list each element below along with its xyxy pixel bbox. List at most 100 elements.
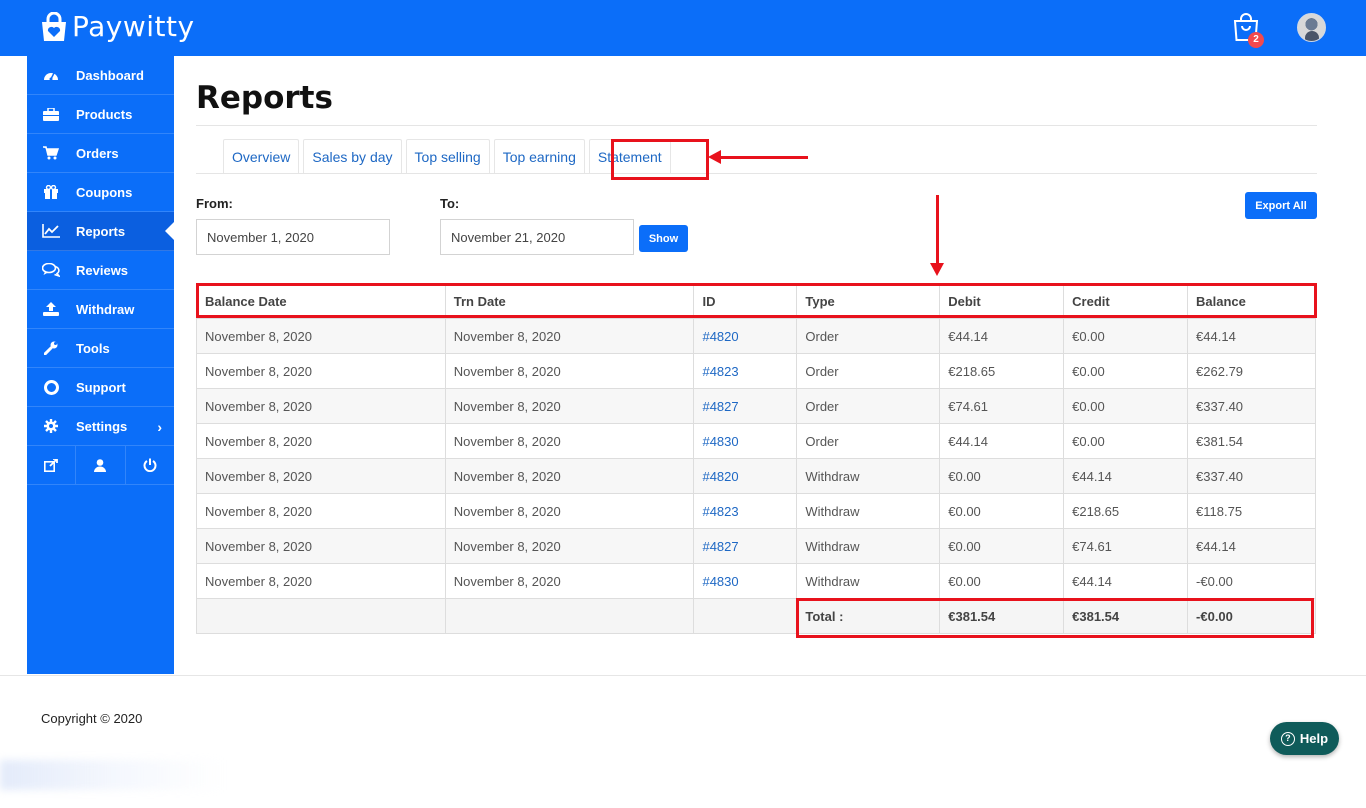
tab-top-selling[interactable]: Top selling [405, 139, 490, 174]
upload-icon [42, 302, 60, 316]
to-label: To: [440, 196, 460, 211]
order-id-link[interactable]: #4827 [693, 388, 798, 424]
cart-count-badge: 2 [1248, 32, 1264, 48]
from-label: From: [196, 196, 233, 211]
sidebar-item-dashboard[interactable]: Dashboard [27, 56, 174, 95]
sidebar-item-settings[interactable]: Settings › [27, 407, 174, 446]
sidebar-item-label: Coupons [76, 184, 133, 200]
trn-date-cell: November 8, 2020 [444, 563, 695, 599]
to-date-input[interactable]: November 21, 2020 [440, 219, 634, 255]
user-avatar[interactable] [1297, 13, 1326, 42]
type-cell: Withdraw [796, 563, 941, 599]
type-cell: Withdraw [796, 458, 941, 494]
debit-cell: €0.00 [939, 528, 1065, 564]
debit-cell: €0.00 [939, 493, 1065, 529]
arrow-down-annotation [930, 195, 944, 276]
credit-cell: €218.65 [1063, 493, 1189, 529]
order-id-link[interactable]: #4827 [693, 528, 798, 564]
brand-name: Paywitty [72, 10, 195, 43]
balance-cell: €118.75 [1187, 493, 1316, 529]
type-cell: Order [796, 318, 941, 354]
show-button[interactable]: Show [639, 225, 688, 252]
credit-cell: €44.14 [1063, 458, 1189, 494]
page-title: Reports [196, 80, 333, 116]
divider [196, 125, 1317, 126]
sidebar-item-label: Tools [76, 340, 110, 356]
credit-cell: €0.00 [1063, 353, 1189, 389]
power-icon[interactable] [126, 446, 174, 484]
cart-button[interactable]: 2 [1232, 12, 1264, 48]
chevron-right-icon: › [157, 419, 162, 435]
sidebar-item-orders[interactable]: Orders [27, 134, 174, 173]
table-row: November 8, 2020 November 8, 2020 #4827 … [196, 528, 1316, 564]
sidebar-item-products[interactable]: Products [27, 95, 174, 134]
brand-logo[interactable]: Paywitty [40, 10, 195, 43]
type-cell: Order [796, 388, 941, 424]
sidebar-item-reviews[interactable]: Reviews [27, 251, 174, 290]
tab-sales-by-day[interactable]: Sales by day [303, 139, 402, 174]
sidebar-item-coupons[interactable]: Coupons [27, 173, 174, 212]
balance-cell: €262.79 [1187, 353, 1316, 389]
balance-cell: €337.40 [1187, 388, 1316, 424]
trn-date-cell: November 8, 2020 [444, 388, 695, 424]
sidebar-item-tools[interactable]: Tools [27, 329, 174, 368]
order-id-link[interactable]: #4823 [693, 353, 798, 389]
tab-top-earning[interactable]: Top earning [493, 139, 585, 174]
trn-date-cell: November 8, 2020 [444, 528, 695, 564]
gear-icon [42, 419, 60, 433]
order-id-link[interactable]: #4830 [693, 563, 798, 599]
comments-icon [42, 263, 60, 277]
table-row: November 8, 2020 November 8, 2020 #4830 … [196, 563, 1316, 599]
sidebar-item-label: Withdraw [76, 301, 135, 317]
balance-date-cell: November 8, 2020 [196, 423, 446, 459]
external-link-icon[interactable] [27, 446, 77, 484]
table-row: November 8, 2020 November 8, 2020 #4820 … [196, 318, 1316, 354]
order-id-link[interactable]: #4823 [693, 493, 798, 529]
question-icon: ? [1280, 731, 1295, 746]
order-id-link[interactable]: #4830 [693, 423, 798, 459]
arrow-left-annotation [708, 150, 808, 164]
tab-overview[interactable]: Overview [223, 139, 300, 174]
trn-date-cell: November 8, 2020 [444, 458, 695, 494]
sidebar-item-withdraw[interactable]: Withdraw [27, 290, 174, 329]
sidebar-item-label: Dashboard [76, 67, 144, 83]
sidebar-item-support[interactable]: Support [27, 368, 174, 407]
footer-divider [0, 675, 1366, 676]
top-navbar: Paywitty 2 [0, 0, 1366, 56]
table-row: November 8, 2020 November 8, 2020 #4827 … [196, 388, 1316, 424]
export-all-button[interactable]: Export All [1245, 192, 1317, 219]
lifebuoy-icon [42, 379, 60, 395]
table-row: November 8, 2020 November 8, 2020 #4830 … [196, 423, 1316, 459]
from-date-input[interactable]: November 1, 2020 [196, 219, 390, 255]
credit-cell: €74.61 [1063, 528, 1189, 564]
empty-cell [444, 598, 695, 634]
sidebar-item-label: Orders [76, 145, 119, 161]
credit-cell: €0.00 [1063, 423, 1189, 459]
debit-cell: €44.14 [939, 318, 1065, 354]
empty-cell [693, 598, 798, 634]
table-row: November 8, 2020 November 8, 2020 #4820 … [196, 458, 1316, 494]
balance-cell: €337.40 [1187, 458, 1316, 494]
copyright-text: Copyright © 2020 [41, 711, 143, 726]
credit-cell: €0.00 [1063, 318, 1189, 354]
help-button[interactable]: ? Help [1270, 722, 1339, 755]
order-id-link[interactable]: #4820 [693, 458, 798, 494]
balance-date-cell: November 8, 2020 [196, 353, 446, 389]
type-cell: Withdraw [796, 493, 941, 529]
credit-cell: €0.00 [1063, 388, 1189, 424]
user-icon[interactable] [76, 446, 126, 484]
dashboard-icon [42, 68, 60, 82]
statement-tab-highlight [611, 139, 709, 180]
wrench-icon [42, 341, 60, 355]
empty-cell [196, 598, 446, 634]
shopping-bag-logo-icon [42, 11, 66, 41]
type-cell: Order [796, 353, 941, 389]
balance-cell: €381.54 [1187, 423, 1316, 459]
order-id-link[interactable]: #4820 [693, 318, 798, 354]
sidebar-item-reports[interactable]: Reports [27, 212, 175, 251]
debit-cell: €0.00 [939, 563, 1065, 599]
sidebar-item-label: Products [76, 106, 133, 122]
sidebar-item-label: Settings [76, 418, 128, 434]
tabs-divider [196, 173, 1317, 174]
statement-table: Balance Date Trn Date ID Type Debit Cred… [196, 283, 1316, 634]
